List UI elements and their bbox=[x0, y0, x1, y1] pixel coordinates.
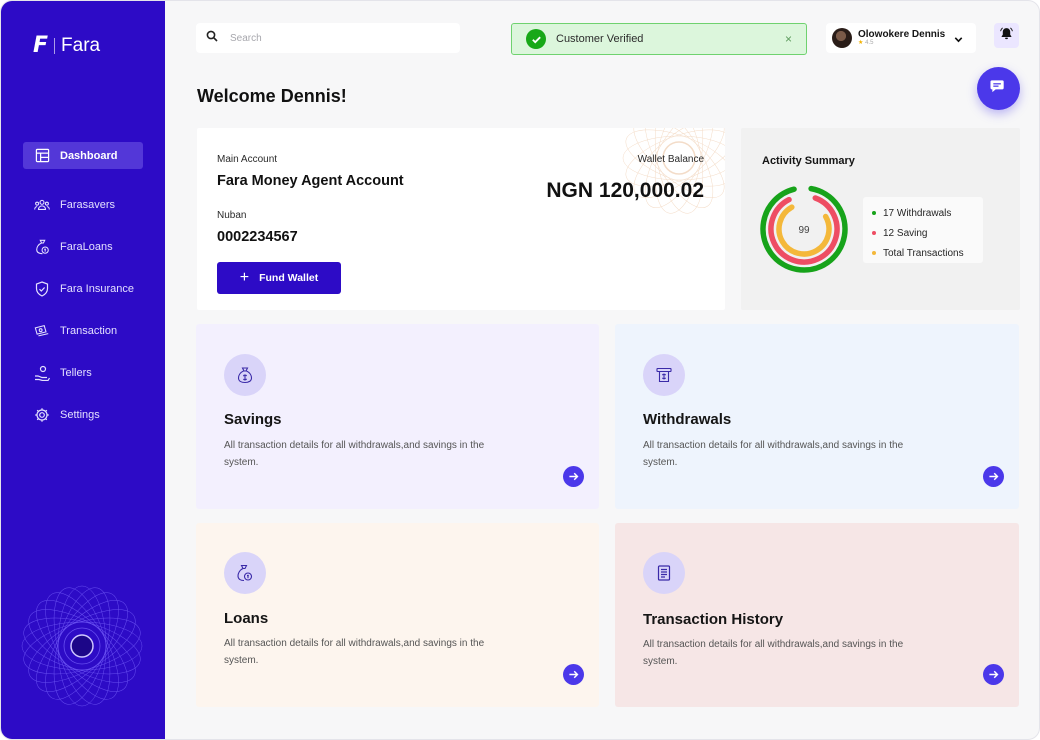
tile-description: All transaction details for all withdraw… bbox=[643, 639, 904, 667]
dashboard-icon bbox=[34, 148, 50, 164]
legend-label: 12 Saving bbox=[883, 227, 928, 239]
app-window: F Fara Dashboard Farasavers FaraLoans Fa… bbox=[0, 0, 1040, 740]
tile-description: All transaction details for all withdraw… bbox=[643, 440, 904, 468]
legend-item-withdrawals: 17 Withdrawals bbox=[872, 203, 983, 223]
sidebar-item-label: Dashboard bbox=[60, 149, 118, 162]
account-card: Main Account Fara Money Agent Account Nu… bbox=[197, 128, 725, 310]
tile-title: Transaction History bbox=[643, 611, 784, 628]
fund-wallet-button[interactable]: + Fund Wallet bbox=[217, 262, 341, 294]
search-icon bbox=[206, 29, 218, 47]
users-group-icon bbox=[34, 197, 50, 213]
shield-icon bbox=[34, 281, 50, 297]
main-account-name: Fara Money Agent Account bbox=[217, 173, 404, 189]
sidebar-nav: Dashboard Farasavers FaraLoans Fara Insu… bbox=[23, 142, 143, 443]
legend-label: 17 Withdrawals bbox=[883, 207, 952, 219]
user-rating: ★ 4.5 bbox=[858, 40, 945, 47]
money-bag-icon bbox=[224, 354, 266, 396]
arrow-right-icon[interactable] bbox=[563, 466, 584, 487]
nuban-value: 0002234567 bbox=[217, 229, 298, 245]
logo-divider bbox=[54, 37, 56, 54]
toast-message: Customer Verified bbox=[556, 33, 644, 45]
wallet-balance-label: Wallet Balance bbox=[637, 154, 704, 165]
search-input[interactable] bbox=[230, 32, 430, 44]
activity-summary-title: Activity Summary bbox=[762, 155, 855, 167]
star-icon: ★ bbox=[858, 40, 864, 46]
avatar bbox=[832, 28, 852, 48]
savings-tile[interactable]: Savings All transaction details for all … bbox=[196, 324, 599, 509]
legend-label: Total Transactions bbox=[883, 247, 964, 259]
wallet-balance: NGN 120,000.02 bbox=[546, 179, 704, 202]
sidebar: F Fara Dashboard Farasavers FaraLoans Fa… bbox=[1, 1, 165, 739]
chat-icon bbox=[990, 78, 1007, 100]
notification-button[interactable] bbox=[994, 23, 1019, 48]
sidebar-item-label: Fara Insurance bbox=[60, 283, 134, 295]
tile-description: All transaction details for all withdraw… bbox=[224, 440, 485, 468]
cash-icon bbox=[34, 323, 50, 339]
verified-toast: Customer Verified × bbox=[511, 23, 807, 55]
page-title: Welcome Dennis! bbox=[197, 86, 347, 106]
sidebar-item-farasavers[interactable]: Farasavers bbox=[23, 191, 143, 219]
sidebar-item-transaction[interactable]: Transaction bbox=[23, 317, 143, 345]
activity-summary-card: Activity Summary 99 17 Withdrawals 12 Sa… bbox=[741, 128, 1020, 310]
sidebar-item-label: Tellers bbox=[60, 367, 92, 379]
fund-wallet-label: Fund Wallet bbox=[259, 272, 319, 284]
document-icon bbox=[643, 552, 685, 594]
sidebar-item-faraloans[interactable]: FaraLoans bbox=[23, 233, 143, 261]
user-menu[interactable]: Olowokere Dennis ★ 4.5 bbox=[826, 23, 976, 53]
arrow-right-icon[interactable] bbox=[563, 664, 584, 685]
tile-title: Savings bbox=[224, 411, 282, 428]
user-info: Olowokere Dennis ★ 4.5 bbox=[858, 29, 945, 47]
sidebar-item-label: Settings bbox=[60, 409, 100, 421]
teller-icon bbox=[34, 365, 50, 381]
arrow-right-icon[interactable] bbox=[983, 466, 1004, 487]
search-bar[interactable] bbox=[196, 23, 460, 53]
sidebar-item-tellers[interactable]: Tellers bbox=[23, 359, 143, 387]
sidebar-item-dashboard[interactable]: Dashboard bbox=[23, 142, 143, 169]
sidebar-item-label: FaraLoans bbox=[60, 241, 113, 253]
app-name: Fara bbox=[61, 34, 101, 56]
legend-item-saving: 12 Saving bbox=[872, 223, 983, 243]
close-icon[interactable]: × bbox=[785, 32, 792, 46]
arrow-right-icon[interactable] bbox=[983, 664, 1004, 685]
legend-item-total-transactions: Total Transactions bbox=[872, 243, 983, 263]
activity-donut-chart: 99 bbox=[760, 185, 848, 273]
legend-dot-icon bbox=[872, 211, 876, 215]
plus-icon: + bbox=[239, 269, 250, 286]
withdrawals-tile[interactable]: Withdrawals All transaction details for … bbox=[615, 324, 1019, 509]
tile-description: All transaction details for all withdraw… bbox=[224, 638, 485, 666]
legend-dot-icon bbox=[872, 251, 876, 255]
fara-logo-icon: F bbox=[33, 33, 49, 58]
sidebar-item-label: Farasavers bbox=[60, 199, 116, 211]
sidebar-item-settings[interactable]: Settings bbox=[23, 401, 143, 429]
money-bag-icon bbox=[34, 239, 50, 255]
transaction-history-tile[interactable]: Transaction History All transaction deta… bbox=[615, 523, 1019, 707]
tile-title: Withdrawals bbox=[643, 411, 732, 428]
app-logo[interactable]: F Fara bbox=[33, 33, 100, 58]
loan-bag-icon bbox=[224, 552, 266, 594]
tile-title: Loans bbox=[224, 610, 269, 627]
main-account-label: Main Account bbox=[217, 154, 278, 165]
loans-tile[interactable]: Loans All transaction details for all wi… bbox=[196, 523, 599, 707]
nuban-label: Nuban bbox=[217, 210, 247, 221]
donut-center-value: 99 bbox=[798, 225, 810, 236]
decorative-swirl-icon bbox=[21, 585, 143, 707]
user-name: Olowokere Dennis bbox=[858, 29, 946, 40]
sidebar-item-label: Transaction bbox=[60, 325, 118, 337]
legend-dot-icon bbox=[872, 231, 876, 235]
chevron-down-icon bbox=[953, 32, 964, 50]
atm-withdrawal-icon bbox=[643, 354, 685, 396]
bell-icon bbox=[1000, 26, 1013, 45]
gear-icon bbox=[34, 407, 50, 423]
activity-legend: 17 Withdrawals 12 Saving Total Transacti… bbox=[863, 197, 983, 263]
chat-button[interactable] bbox=[977, 67, 1020, 110]
check-circle-icon bbox=[526, 29, 546, 49]
sidebar-item-fara-insurance[interactable]: Fara Insurance bbox=[23, 275, 143, 303]
rating-value: 4.5 bbox=[865, 40, 874, 46]
